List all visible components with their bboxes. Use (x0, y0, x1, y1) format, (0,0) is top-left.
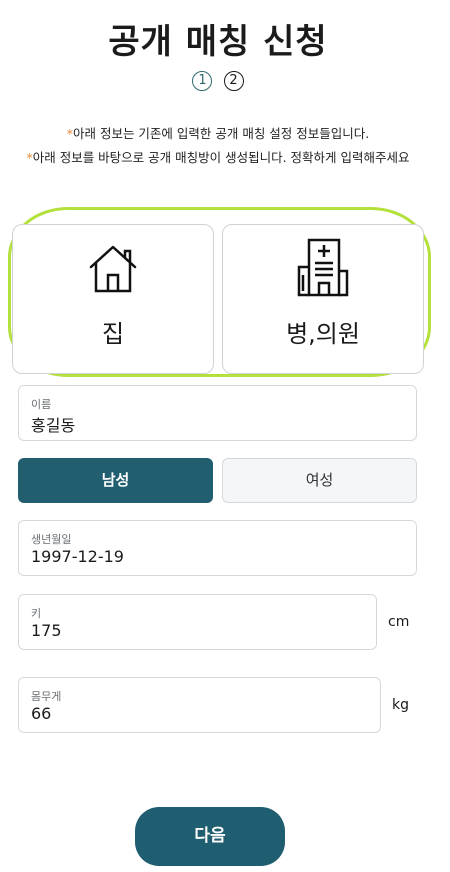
info-note-1: *아래 정보는 기존에 입력한 공개 매칭 설정 정보들입니다. (0, 123, 436, 142)
location-hospital-card[interactable]: 병,의원 (222, 224, 424, 374)
height-field[interactable]: 키 175 (18, 594, 377, 650)
height-unit: cm (388, 614, 410, 630)
step-2: 2 (223, 70, 244, 91)
info-note-2-text: 아래 정보를 바탕으로 공개 매칭방이 생성됩니다. 정확하게 입력해주세요 (32, 150, 410, 165)
step-indicator: 1 2 (0, 70, 436, 91)
step-1: 1 (192, 70, 213, 91)
birthdate-field[interactable]: 생년월일 1997-12-19 (18, 520, 417, 576)
gender-female-button[interactable]: 여성 (222, 458, 417, 503)
weight-value: 66 (31, 704, 52, 723)
hospital-icon (297, 238, 349, 297)
name-value: 홍길동 (31, 416, 76, 435)
name-field[interactable]: 이름 홍길동 (18, 385, 417, 441)
name-label: 이름 (31, 398, 52, 411)
location-home-label: 집 (101, 320, 125, 348)
birthdate-value: 1997-12-19 (31, 547, 124, 566)
info-note-2: *아래 정보를 바탕으로 공개 매칭방이 생성됩니다. 정확하게 입력해주세요 (0, 147, 436, 166)
info-note-1-text: 아래 정보는 기존에 입력한 공개 매칭 설정 정보들입니다. (72, 126, 370, 141)
location-hospital-label: 병,의원 (286, 320, 360, 348)
birthdate-label: 생년월일 (31, 533, 72, 546)
house-icon (89, 245, 137, 293)
weight-unit: kg (392, 697, 409, 713)
height-label: 키 (31, 607, 42, 620)
page-title: 공개 매칭 신청 (108, 22, 328, 62)
weight-label: 몸무게 (31, 690, 62, 703)
next-button[interactable]: 다음 (135, 807, 285, 866)
gender-male-button[interactable]: 남성 (18, 458, 213, 503)
weight-field[interactable]: 몸무게 66 (18, 677, 381, 733)
location-home-card[interactable]: 집 (12, 224, 214, 374)
height-value: 175 (31, 621, 62, 640)
